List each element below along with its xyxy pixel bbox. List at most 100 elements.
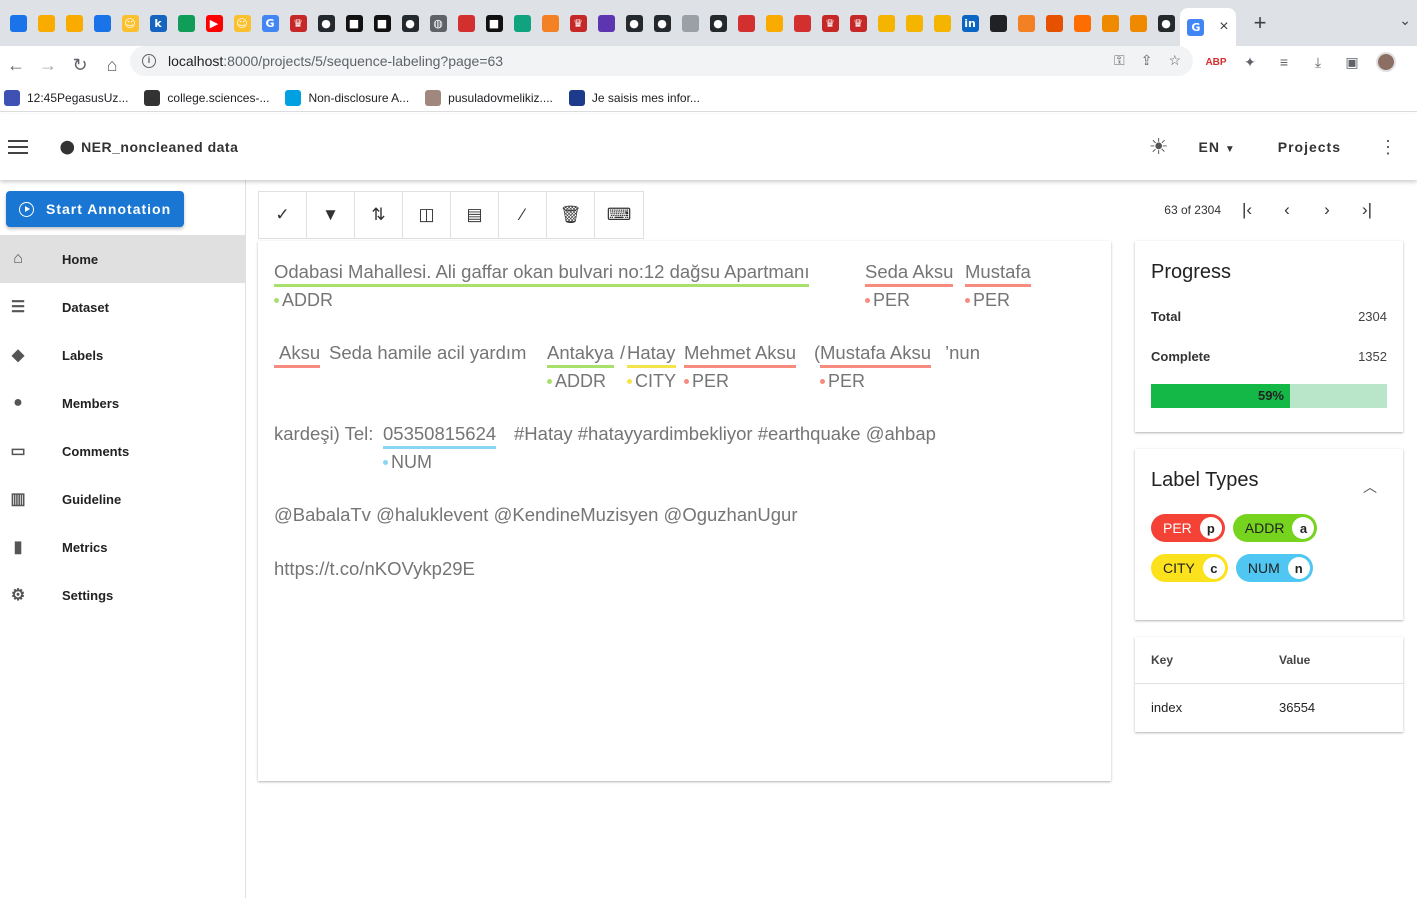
- projects-button[interactable]: Projects: [1278, 139, 1341, 155]
- bookmark-item[interactable]: 12:45PegasusUz...: [4, 89, 128, 106]
- browser-tab[interactable]: [4, 0, 32, 46]
- browser-tab[interactable]: [1096, 0, 1124, 46]
- magic-wand-icon[interactable]: ⁄: [499, 192, 547, 238]
- browser-tab[interactable]: ■: [368, 0, 396, 46]
- delete-icon[interactable]: 🗑: [547, 192, 595, 238]
- more-vert-icon[interactable]: ⋮: [1379, 137, 1397, 158]
- browser-tab[interactable]: [872, 0, 900, 46]
- forward-icon[interactable]: →: [32, 55, 64, 76]
- browser-tab[interactable]: ☺: [116, 0, 144, 46]
- keyboard-icon[interactable]: ⌨: [595, 192, 643, 238]
- entity-span[interactable]: Aksu: [274, 340, 321, 368]
- key-icon[interactable]: ⚿: [1114, 52, 1125, 69]
- prev-page-icon[interactable]: ‹: [1267, 200, 1307, 220]
- browser-tab[interactable]: ●: [648, 0, 676, 46]
- active-browser-tab[interactable]: G ×: [1180, 8, 1236, 46]
- browser-tab[interactable]: ♛: [816, 0, 844, 46]
- browser-tab[interactable]: [732, 0, 760, 46]
- filter-icon[interactable]: ▼: [307, 192, 355, 238]
- browser-tab[interactable]: [60, 0, 88, 46]
- browser-tab[interactable]: [788, 0, 816, 46]
- bookmark-item[interactable]: Non-disclosure A...: [285, 89, 409, 106]
- browser-tab[interactable]: ●: [396, 0, 424, 46]
- browser-tab[interactable]: ♛: [564, 0, 592, 46]
- browser-tab[interactable]: [452, 0, 480, 46]
- download-icon[interactable]: ⤓: [1308, 52, 1328, 72]
- share-icon[interactable]: ⇪: [1141, 52, 1153, 69]
- entity-span[interactable]: Seda Aksu PER: [865, 259, 954, 313]
- start-annotation-button[interactable]: Start Annotation: [6, 191, 184, 227]
- browser-tab[interactable]: [508, 0, 536, 46]
- puzzle-icon[interactable]: ✦: [1240, 52, 1260, 72]
- browser-tab[interactable]: [32, 0, 60, 46]
- browser-tab[interactable]: ●: [704, 0, 732, 46]
- profile-avatar[interactable]: [1376, 52, 1396, 72]
- sidebar-item-comments[interactable]: ▭ Comments: [0, 427, 245, 475]
- sidebar-item-settings[interactable]: ⚙ Settings: [0, 571, 245, 619]
- label-chip-num[interactable]: NUM n: [1235, 554, 1313, 582]
- browser-tab[interactable]: ♛: [844, 0, 872, 46]
- browser-tab[interactable]: [536, 0, 564, 46]
- home-browser-icon[interactable]: ⌂: [96, 55, 128, 76]
- new-tab-button[interactable]: +: [1244, 10, 1276, 36]
- browser-tab[interactable]: [1040, 0, 1068, 46]
- language-select[interactable]: EN ▼: [1199, 139, 1236, 155]
- chevron-up-icon[interactable]: ︿: [1363, 477, 1377, 497]
- browser-tab[interactable]: [592, 0, 620, 46]
- playlist-icon[interactable]: ≡: [1274, 52, 1294, 72]
- entity-span[interactable]: Antakya ADDR: [547, 340, 614, 394]
- bookmark-item[interactable]: college.sciences-...: [144, 89, 269, 106]
- browser-tab[interactable]: [900, 0, 928, 46]
- browser-tab[interactable]: [172, 0, 200, 46]
- browser-tab[interactable]: k: [144, 0, 172, 46]
- entity-span[interactable]: Mustafa PER: [965, 259, 1031, 313]
- star-icon[interactable]: ☆: [1168, 52, 1181, 69]
- browser-tab[interactable]: [928, 0, 956, 46]
- last-page-icon[interactable]: ›|: [1347, 200, 1387, 220]
- hamburger-menu-icon[interactable]: [8, 140, 28, 154]
- browser-tab[interactable]: [1012, 0, 1040, 46]
- address-bar[interactable]: i localhost:8000/projects/5/sequence-lab…: [130, 46, 1193, 76]
- browser-tab[interactable]: ◍: [424, 0, 452, 46]
- entity-span[interactable]: Mehmet Aksu PER: [684, 340, 797, 394]
- adblock-icon[interactable]: ABP: [1205, 52, 1226, 72]
- site-info-icon[interactable]: i: [142, 54, 156, 68]
- sidebar-item-guideline[interactable]: ▥ Guideline: [0, 475, 245, 523]
- entity-span[interactable]: 05350815624 NUM: [383, 421, 497, 475]
- tab-search-icon[interactable]: ⌄: [1399, 12, 1411, 29]
- check-icon[interactable]: ✓: [259, 192, 307, 238]
- browser-tab[interactable]: ♛: [284, 0, 312, 46]
- reload-icon[interactable]: ↻: [64, 55, 96, 76]
- bookmark-item[interactable]: Je saisis mes infor...: [568, 89, 700, 106]
- label-chip-city[interactable]: CITY c: [1151, 554, 1228, 582]
- browser-tab[interactable]: in: [956, 0, 984, 46]
- browser-tab[interactable]: ■: [480, 0, 508, 46]
- entity-span[interactable]: Odabasi Mahallesi. Ali gaffar okan bulva…: [274, 259, 810, 313]
- browser-tab[interactable]: [984, 0, 1012, 46]
- entity-span[interactable]: Hatay CITY: [627, 340, 677, 394]
- book-open-icon[interactable]: ◫: [403, 192, 451, 238]
- sidebar-item-home[interactable]: ⌂ Home: [0, 235, 245, 283]
- annotated-text[interactable]: Odabasi Mahallesi. Ali gaffar okan bulva…: [274, 259, 1104, 610]
- browser-tab[interactable]: ▶: [200, 0, 228, 46]
- browser-tab[interactable]: [676, 0, 704, 46]
- sidebar-item-metrics[interactable]: ▮ Metrics: [0, 523, 245, 571]
- browser-tab[interactable]: [760, 0, 788, 46]
- bookmark-item[interactable]: pusuladovmelikiz....: [425, 89, 553, 106]
- browser-tab[interactable]: ●: [1152, 0, 1180, 46]
- browser-tab[interactable]: ●: [620, 0, 648, 46]
- project-title[interactable]: ⬤ NER_noncleaned data: [60, 139, 238, 155]
- sidebar-item-members[interactable]: ● Members: [0, 379, 245, 427]
- browser-tab[interactable]: [1068, 0, 1096, 46]
- next-page-icon[interactable]: ›: [1307, 200, 1347, 220]
- sidebar-item-dataset[interactable]: ☰ Dataset: [0, 283, 245, 331]
- browser-tab[interactable]: ●: [312, 0, 340, 46]
- sort-icon[interactable]: ⇅: [355, 192, 403, 238]
- back-icon[interactable]: ←: [0, 55, 32, 76]
- close-tab-icon[interactable]: ×: [1219, 18, 1228, 36]
- browser-tab[interactable]: ■: [340, 0, 368, 46]
- browser-tab[interactable]: G: [256, 0, 284, 46]
- browser-tab[interactable]: [1124, 0, 1152, 46]
- label-chip-per[interactable]: PER p: [1151, 514, 1225, 542]
- browser-menu-icon[interactable]: ⋮: [1410, 52, 1417, 72]
